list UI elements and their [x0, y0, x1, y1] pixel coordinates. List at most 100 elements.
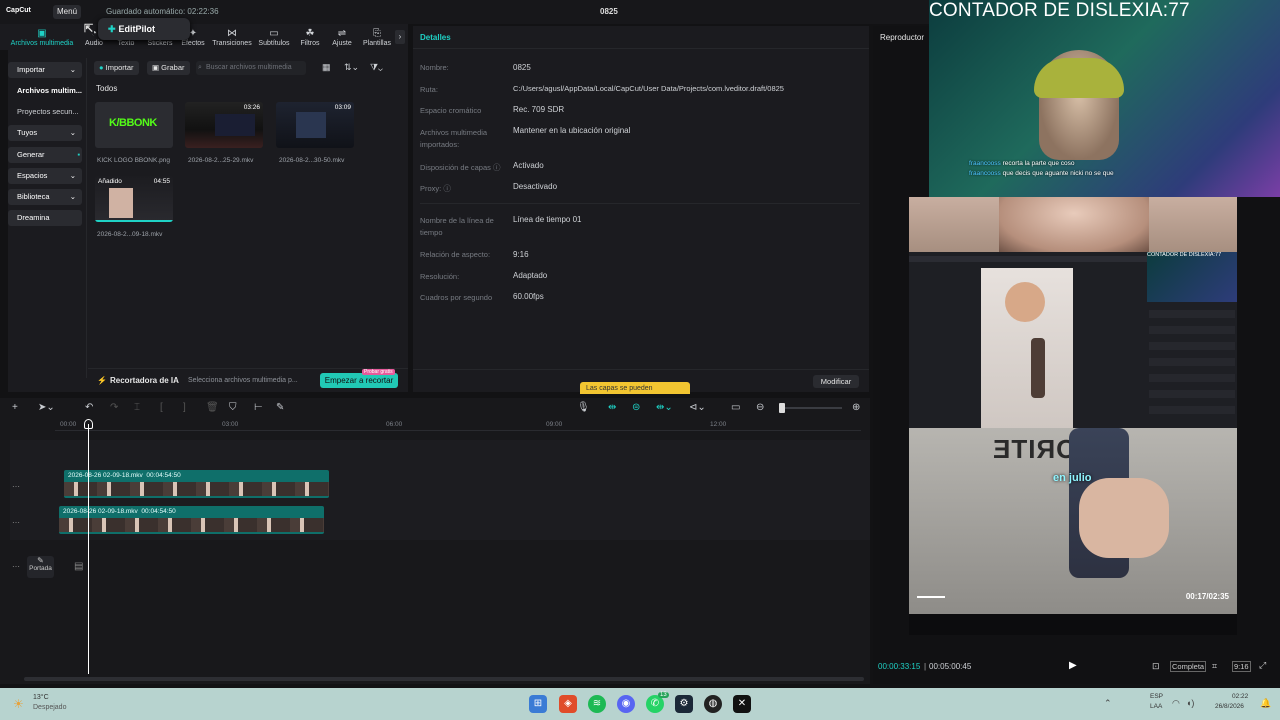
view-mode-button[interactable]: Completa [1170, 661, 1207, 672]
detail-label: Cuadros por segundo [420, 293, 493, 302]
sidebar-item-yours[interactable]: Tuyos ⌄ [8, 125, 82, 141]
start-cut-button[interactable]: Empezar a recortar [320, 373, 398, 388]
media-item[interactable]: K/BBONK [95, 102, 173, 148]
track-options-icon[interactable]: ⋯ [12, 518, 20, 527]
language-bottom[interactable]: LAA [1150, 703, 1162, 710]
cover-button[interactable]: ✎ Portada [27, 556, 54, 578]
freeze-icon[interactable]: ⊢ [254, 402, 263, 413]
sidebar-item-dreamina[interactable]: Dreamina [8, 210, 82, 226]
record-button[interactable]: ▣ Grabar [147, 61, 190, 75]
language-top[interactable]: ESP [1150, 693, 1163, 700]
zoom-out-icon[interactable]: ⊖ [756, 402, 764, 413]
sidebar-item-library[interactable]: Biblioteca ⌄ [8, 189, 82, 205]
fit-icon[interactable]: ⊡ [1152, 661, 1160, 672]
ruler-tick: 00:00 [60, 421, 77, 428]
sidebar-item-generate[interactable]: Generar ▪ [8, 147, 82, 163]
obs-icon[interactable]: ◍ [704, 695, 722, 713]
sidebar-item-spaces[interactable]: Espacios ⌄ [8, 168, 82, 184]
track-options-icon[interactable]: ⋯ [12, 482, 20, 491]
tool-filters[interactable]: ☘ Filtros [295, 28, 325, 50]
mini-counter: CONTADOR DE DISLEXIA:77 [1147, 252, 1222, 258]
clip-frames [64, 482, 329, 496]
sidebar-item-projects[interactable]: Proyectos secun... [8, 104, 82, 120]
start-icon[interactable]: ⊞ [529, 695, 547, 713]
tool-adjust[interactable]: ⇌ Ajuste [327, 28, 357, 50]
zoom-in-icon[interactable]: ⊕ [852, 402, 860, 413]
marker-icon[interactable]: ⛉ [229, 402, 237, 413]
notification-icon[interactable]: 🔔 [1260, 698, 1271, 709]
tool-subtitles[interactable]: ▭ Subtítulos [254, 28, 294, 50]
playhead-handle[interactable] [84, 419, 93, 429]
steam-icon[interactable]: ⚙ [675, 695, 693, 713]
fullscreen-icon[interactable]: ⤢ [1259, 660, 1266, 671]
wifi-icon[interactable]: ◠ [1172, 698, 1180, 709]
undo-icon[interactable]: ↶ [85, 402, 93, 413]
select-tool-icon[interactable]: ➤⌄ [38, 402, 55, 413]
search-input[interactable]: ⌕ Buscar archivos multimedia [196, 61, 306, 75]
redo-icon[interactable]: ↷ [110, 402, 118, 413]
magic-edit-icon[interactable]: ✎ [276, 402, 284, 413]
weather-temp[interactable]: 13°C [33, 694, 49, 701]
clock-date[interactable]: 26/8/2026 [1215, 703, 1244, 710]
divider [420, 203, 860, 204]
tray-chevron-icon[interactable]: ⌃ [1104, 698, 1112, 709]
snap-icon[interactable]: ⊲⌄ [689, 402, 706, 413]
zoom-slider[interactable] [780, 407, 842, 409]
templates-icon: ⎘ [373, 28, 381, 39]
split-icon[interactable]: ⌶ [134, 402, 140, 413]
focus-icon[interactable]: ⌗ [1212, 661, 1217, 672]
timeline-scrollbar[interactable] [24, 677, 864, 681]
tool-transitions[interactable]: ⋈ Transiciones [210, 28, 254, 50]
filter-icon[interactable]: ⧩⌄ [370, 62, 383, 73]
aspect-ratio-button[interactable]: 9:16 [1232, 661, 1251, 672]
track-options-icon[interactable]: ⋯ [12, 562, 20, 571]
split-left-icon[interactable]: [ [160, 402, 163, 413]
detail-value: Adaptado [513, 271, 548, 280]
divider [413, 369, 869, 370]
import-button[interactable]: ● Importar [94, 61, 139, 75]
media-item[interactable]: 03:09 [276, 102, 354, 148]
play-icon[interactable]: ▶ [1069, 660, 1077, 671]
zoom-slider-handle[interactable] [779, 403, 785, 413]
capcut-icon[interactable]: ✕ [733, 695, 751, 713]
brave-icon[interactable]: ◈ [559, 695, 577, 713]
weather-icon: ☀ [13, 697, 24, 711]
sort-icon[interactable]: ⇅⌄ [344, 62, 359, 73]
project-title: 0825 [600, 7, 618, 16]
tool-media[interactable]: ▣ Archivos multimedia [5, 28, 79, 50]
discord-icon[interactable]: ◉ [617, 695, 635, 713]
editpilot-button[interactable]: ⇱ ✚ EditPilot [84, 18, 190, 40]
ruler-tick: 09:00 [546, 421, 563, 428]
add-track-icon[interactable]: + [12, 402, 18, 413]
detail-value: 60.00fps [513, 292, 544, 301]
clock-time[interactable]: 02:22 [1232, 693, 1248, 700]
weather-desc[interactable]: Despejado [33, 704, 66, 711]
delete-icon[interactable]: 🗑 [206, 402, 219, 413]
cursor-select-icon: ⇱ [84, 23, 94, 35]
microphone-icon[interactable]: 🎙 [577, 402, 590, 413]
inner-progress [917, 596, 945, 598]
modify-button[interactable]: Modificar [813, 375, 859, 388]
caption-icon[interactable]: ▭ [731, 402, 740, 413]
timeline-clip[interactable]: 2026-08-26 02-09-18.mkv 00:04:54:50 [64, 470, 329, 498]
link-icon[interactable]: ⊜ [632, 402, 640, 413]
volume-icon[interactable]: ◖) [1186, 698, 1194, 708]
detail-label: Relación de aspecto: [420, 250, 491, 259]
magnet-icon[interactable]: ⇹ [608, 402, 616, 413]
timeline-clip[interactable]: 2026-08-26 02-09-18.mkv 00:04:54:50 [59, 506, 324, 534]
media-item[interactable]: Añadido 04:55 [95, 176, 173, 222]
spotify-icon[interactable]: ≋ [588, 695, 606, 713]
ai-cutter-icon: ⚡ [97, 376, 107, 385]
chevron-right-icon[interactable]: › [395, 30, 405, 44]
split-right-icon[interactable]: ] [183, 402, 186, 413]
sidebar-item-media[interactable]: Archivos multim... [8, 83, 82, 99]
preview-axis-icon[interactable]: ⇹⌄ [656, 402, 673, 413]
media-item[interactable]: 03:26 [185, 102, 263, 148]
hand [1079, 478, 1169, 558]
grid-view-icon[interactable]: ▦ [322, 62, 331, 73]
tool-templates[interactable]: ⎘ Plantillas [359, 28, 395, 50]
new-badge-icon: ▪ [77, 150, 80, 159]
menu-button[interactable]: Menú [53, 5, 82, 19]
sidebar-item-import[interactable]: Importar ⌄ [8, 62, 82, 78]
playhead[interactable] [88, 424, 89, 674]
